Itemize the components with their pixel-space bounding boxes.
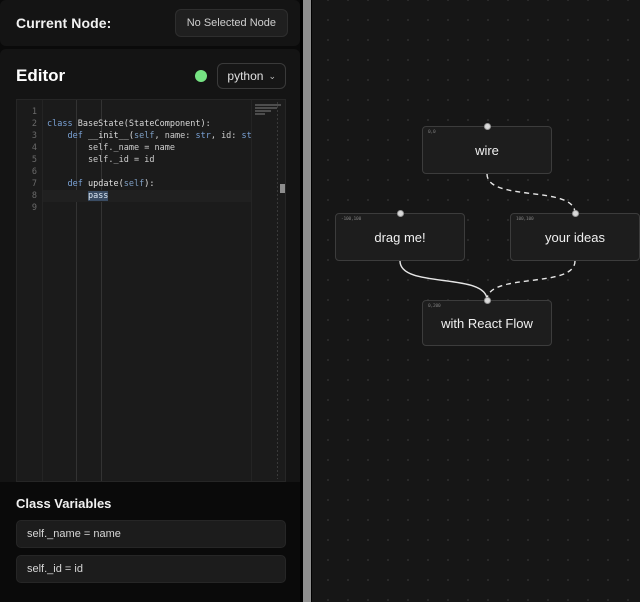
- language-select[interactable]: python ⌄: [217, 63, 286, 89]
- line-number: 2: [31, 119, 37, 129]
- current-node-bar: Current Node: No Selected Node: [0, 0, 300, 46]
- line-number: 5: [31, 155, 37, 165]
- flow-node-drag-me[interactable]: -100,100 drag me!: [335, 210, 465, 261]
- panel-divider-thumb[interactable]: [303, 0, 311, 602]
- editor-card: Editor python ⌄ 1 2 3 4 5 6 7 8 9 class BaseStat…: [0, 49, 300, 602]
- editor-header: Editor python ⌄: [0, 49, 300, 99]
- selected-node-badge[interactable]: No Selected Node: [174, 9, 288, 37]
- class-variables-list: self._name = name self._id = id: [16, 520, 286, 583]
- react-flow-canvas[interactable]: 0,0 wire -100,100 drag me! 100,100 your ideas…: [312, 0, 640, 602]
- flow-node-your-ideas[interactable]: 100,100 your ideas: [510, 210, 640, 261]
- line-number-gutter: 1 2 3 4 5 6 7 8 9: [17, 100, 43, 481]
- flow-node-label: with React Flow: [441, 315, 533, 331]
- line-number: 3: [31, 131, 37, 141]
- line-number: 8: [31, 191, 37, 201]
- language-select-value: python: [227, 69, 264, 83]
- flow-node-wire[interactable]: 0,0 wire: [422, 123, 552, 174]
- editor-title: Editor: [16, 66, 66, 85]
- node-coordinate-label: 100,100: [516, 217, 534, 222]
- code-line[interactable]: def update(self):: [43, 178, 251, 190]
- flow-node-label: wire: [475, 142, 499, 158]
- code-content[interactable]: class BaseState(StateComponent): def __i…: [43, 100, 251, 481]
- code-token: pass: [87, 191, 109, 201]
- class-variable-row[interactable]: self._name = name: [16, 520, 286, 548]
- node-handle-target[interactable]: [571, 210, 579, 217]
- code-line[interactable]: self._id = id: [43, 154, 251, 166]
- flow-node-react-flow[interactable]: 0,200 with React Flow: [422, 297, 552, 346]
- code-token: , id:: [210, 131, 242, 141]
- line-number: 7: [31, 179, 37, 189]
- code-token: def: [67, 131, 83, 141]
- flow-edge-wire-to-your-ideas[interactable]: [486, 173, 576, 214]
- panel-divider[interactable]: [300, 0, 312, 602]
- code-token: str: [195, 131, 211, 141]
- code-line[interactable]: pass: [43, 190, 251, 202]
- class-variable-row[interactable]: self._id = id: [16, 555, 286, 583]
- node-coordinate-label: 0,0: [428, 130, 436, 135]
- flow-node-label: your ideas: [545, 229, 605, 245]
- line-number: 6: [31, 167, 37, 177]
- code-token: self: [123, 179, 145, 189]
- code-line[interactable]: [43, 202, 251, 214]
- code-token: self: [134, 131, 155, 141]
- chevron-down-icon: ⌄: [268, 70, 276, 81]
- class-variables-title: Class Variables: [16, 496, 112, 511]
- editor-minimap[interactable]: [251, 100, 285, 481]
- minimap-guide-line: [277, 102, 278, 479]
- code-token: ):: [144, 179, 155, 189]
- code-line[interactable]: self._name = name: [43, 142, 251, 154]
- flow-edge-your-ideas-to-flow[interactable]: [486, 260, 576, 301]
- code-line[interactable]: def __init__(self, name: str, id: str: [43, 130, 251, 142]
- code-line[interactable]: [43, 166, 251, 178]
- code-token: update(: [82, 179, 124, 189]
- line-number: 9: [31, 203, 37, 213]
- code-token: self._id = id: [47, 155, 155, 165]
- status-dot-icon: [195, 70, 208, 82]
- left-panel: Current Node: No Selected Node Editor py…: [0, 0, 300, 602]
- line-number: 1: [31, 107, 37, 117]
- editor-scrollbar-thumb[interactable]: [280, 184, 285, 193]
- class-variables-section: Class Variables self._name = name self._i…: [0, 482, 300, 602]
- code-token: , name:: [154, 131, 196, 141]
- flow-node-label: drag me!: [374, 229, 426, 245]
- node-handle-target[interactable]: [483, 297, 491, 304]
- code-token: BaseState(StateComponent):: [72, 119, 211, 129]
- code-line[interactable]: class BaseState(StateComponent):: [43, 118, 251, 130]
- line-number: 4: [31, 143, 37, 153]
- code-editor[interactable]: 1 2 3 4 5 6 7 8 9 class BaseState(StateComponent…: [16, 99, 286, 482]
- editor-header-controls: python ⌄: [195, 63, 286, 89]
- code-line[interactable]: [43, 106, 251, 118]
- node-coordinate-label: -100,100: [341, 217, 362, 222]
- node-handle-target[interactable]: [483, 123, 491, 130]
- flow-edge-drag-me-to-flow[interactable]: [399, 260, 488, 301]
- code-token: def: [67, 179, 83, 189]
- code-token: str: [241, 131, 251, 141]
- node-coordinate-label: 0,200: [428, 304, 441, 309]
- current-node-label: Current Node:: [16, 15, 112, 31]
- code-token: class: [47, 119, 73, 129]
- node-handle-target[interactable]: [396, 210, 404, 217]
- code-token: self._name = name: [47, 143, 175, 153]
- code-token: __init__(: [82, 131, 135, 141]
